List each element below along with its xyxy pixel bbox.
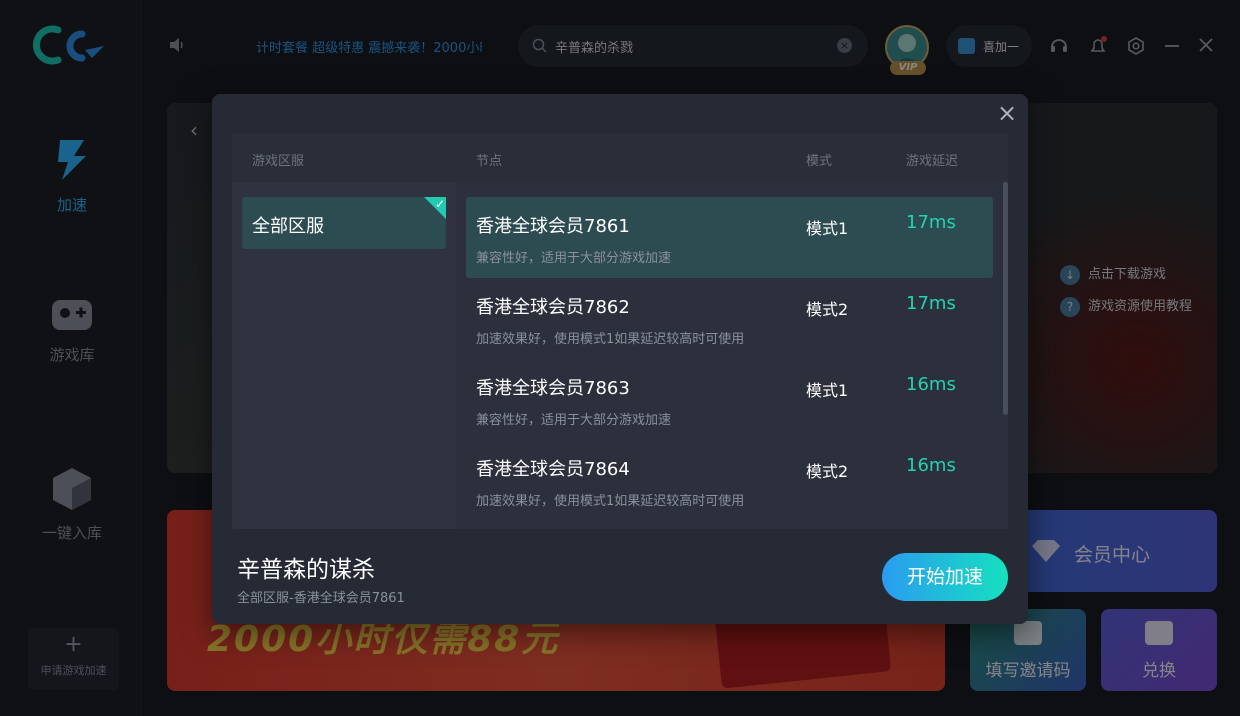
header-latency: 游戏延迟 bbox=[906, 154, 959, 169]
node-latency: 17ms bbox=[906, 212, 956, 233]
selection-summary: 全部区服-香港全球会员7861 bbox=[237, 591, 405, 606]
node-latency: 16ms bbox=[906, 374, 956, 395]
node-select-dialog: × 游戏区服 节点 模式 游戏延迟 全部区服 ✓ 香港全球会员7861 兼容性好… bbox=[212, 94, 1028, 624]
check-icon: ✓ bbox=[434, 197, 445, 211]
close-icon[interactable]: × bbox=[996, 101, 1018, 125]
node-name: 香港全球会员7861 bbox=[476, 216, 630, 237]
panel-header: 游戏区服 节点 模式 游戏延迟 bbox=[232, 133, 1008, 182]
region-list: 全部区服 ✓ bbox=[232, 182, 456, 529]
node-list-scrollbar[interactable] bbox=[1003, 182, 1008, 415]
node-item-7863[interactable]: 香港全球会员7863 兼容性好，适用于大部分游戏加速 模式1 16ms bbox=[466, 359, 993, 440]
node-mode: 模式1 bbox=[806, 381, 849, 400]
region-label: 全部区服 bbox=[252, 216, 324, 237]
node-name: 香港全球会员7862 bbox=[476, 297, 630, 318]
node-mode: 模式1 bbox=[806, 219, 849, 238]
node-panel: 游戏区服 节点 模式 游戏延迟 全部区服 ✓ 香港全球会员7861 兼容性好，适… bbox=[232, 133, 1008, 529]
header-node: 节点 bbox=[476, 154, 503, 169]
node-description: 兼容性好，适用于大部分游戏加速 bbox=[476, 251, 672, 266]
header-mode: 模式 bbox=[806, 154, 833, 169]
node-list: 香港全球会员7861 兼容性好，适用于大部分游戏加速 模式1 17ms 香港全球… bbox=[456, 182, 1008, 529]
node-item-7864[interactable]: 香港全球会员7864 加速效果好，使用模式1如果延迟较高时可使用 模式2 16m… bbox=[466, 440, 993, 521]
node-item-7861[interactable]: 香港全球会员7861 兼容性好，适用于大部分游戏加速 模式1 17ms bbox=[466, 197, 993, 278]
node-latency: 16ms bbox=[906, 455, 956, 476]
node-item-7862[interactable]: 香港全球会员7862 加速效果好，使用模式1如果延迟较高时可使用 模式2 17m… bbox=[466, 278, 993, 359]
node-mode: 模式2 bbox=[806, 300, 849, 319]
node-mode: 模式2 bbox=[806, 462, 849, 481]
selected-game-title: 辛普森的谋杀 bbox=[237, 557, 375, 583]
node-description: 兼容性好，适用于大部分游戏加速 bbox=[476, 413, 672, 428]
node-description: 加速效果好，使用模式1如果延迟较高时可使用 bbox=[476, 332, 745, 347]
start-acceleration-button[interactable]: 开始加速 bbox=[882, 553, 1008, 601]
node-name: 香港全球会员7863 bbox=[476, 378, 630, 399]
node-latency: 17ms bbox=[906, 293, 956, 314]
header-region: 游戏区服 bbox=[252, 154, 305, 169]
node-name: 香港全球会员7864 bbox=[476, 459, 630, 480]
node-description: 加速效果好，使用模式1如果延迟较高时可使用 bbox=[476, 494, 745, 509]
region-item-all[interactable]: 全部区服 ✓ bbox=[242, 197, 446, 249]
